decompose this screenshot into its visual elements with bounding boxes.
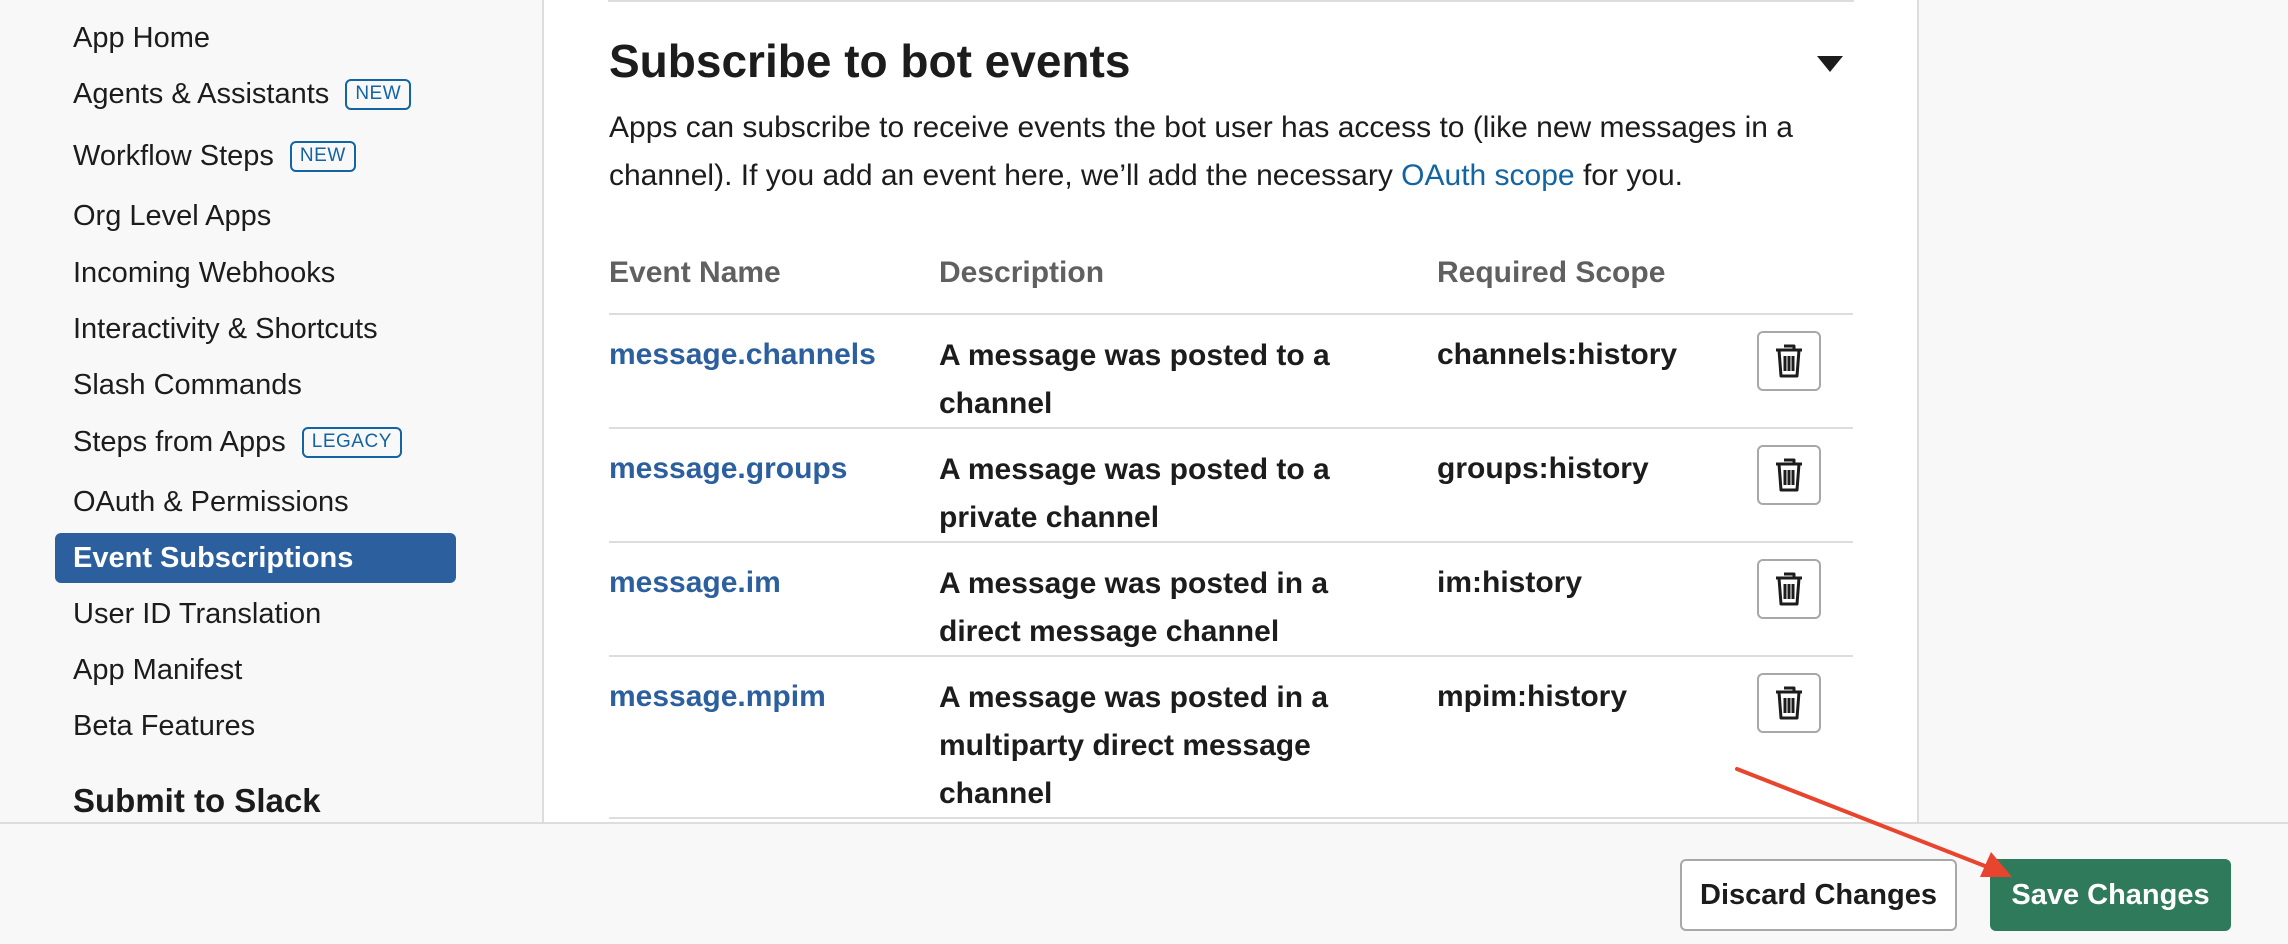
table-divider <box>609 817 1853 819</box>
sidebar-item-oauth-permissions[interactable]: OAuth & Permissions <box>55 477 456 527</box>
section-description: Apps can subscribe to receive events the… <box>609 104 1859 200</box>
sidebar-item-label: Steps from Apps <box>73 425 286 458</box>
sidebar-item-agents-assistants[interactable]: Agents & Assistants NEW <box>55 69 456 119</box>
sidebar-item-app-home[interactable]: App Home <box>55 13 456 63</box>
sidebar-item-user-id-translation[interactable]: User ID Translation <box>55 589 456 639</box>
app-window: App Home Agents & Assistants NEW Workflo… <box>0 0 2288 944</box>
sidebar-item-label: Incoming Webhooks <box>73 256 336 289</box>
delete-event-button[interactable] <box>1757 673 1821 733</box>
discard-changes-button[interactable]: Discard Changes <box>1680 859 1957 931</box>
sidebar-item-label: Beta Features <box>73 709 256 742</box>
trash-icon <box>1776 458 1802 492</box>
event-scope: channels:history <box>1437 338 1678 371</box>
main-panel: Subscribe to bot events Apps can subscri… <box>544 0 1917 822</box>
event-description: A message was posted in a multiparty dir… <box>939 681 1329 810</box>
legacy-badge: LEGACY <box>301 426 402 458</box>
table-divider <box>609 313 1853 315</box>
sidebar-item-org-level-apps[interactable]: Org Level Apps <box>55 191 456 241</box>
sidebar-item-steps-from-apps[interactable]: Steps from Apps LEGACY <box>55 417 456 467</box>
sidebar-item-label: Org Level Apps <box>73 199 272 232</box>
sidebar-item-beta-features[interactable]: Beta Features <box>55 701 456 751</box>
event-name-link[interactable]: message.groups <box>609 452 847 486</box>
save-bar: Discard Changes Save Changes <box>0 822 2288 944</box>
event-scope: im:history <box>1437 566 1583 599</box>
new-badge: NEW <box>289 140 356 172</box>
sidebar-item-label: User ID Translation <box>73 597 322 630</box>
event-scope: mpim:history <box>1437 680 1628 713</box>
event-name-link[interactable]: message.im <box>609 566 781 600</box>
event-name-link[interactable]: message.mpim <box>609 680 826 714</box>
sidebar-item-slash-commands[interactable]: Slash Commands <box>55 360 456 410</box>
sidebar-item-label: Agents & Assistants <box>73 77 330 110</box>
delete-event-button[interactable] <box>1757 559 1821 619</box>
sidebar-item-label: OAuth & Permissions <box>73 485 349 518</box>
event-scope: groups:history <box>1437 452 1649 485</box>
right-gutter <box>1917 0 2288 822</box>
trash-icon <box>1776 344 1802 378</box>
delete-event-button[interactable] <box>1757 445 1821 505</box>
divider <box>608 0 1854 2</box>
intro-text-end: for you. <box>1574 159 1683 192</box>
column-header-required-scope: Required Scope <box>1437 256 1666 289</box>
sidebar-item-label: App Manifest <box>73 653 243 686</box>
sidebar-item-label: Workflow Steps <box>73 139 274 172</box>
table-divider <box>609 541 1853 543</box>
event-name-link[interactable]: message.channels <box>609 338 876 372</box>
sidebar-item-app-manifest[interactable]: App Manifest <box>55 645 456 695</box>
sidebar: App Home Agents & Assistants NEW Workflo… <box>0 0 544 822</box>
sidebar-item-workflow-steps[interactable]: Workflow Steps NEW <box>55 131 456 181</box>
trash-icon <box>1776 686 1802 720</box>
save-changes-button[interactable]: Save Changes <box>1990 859 2231 931</box>
table-divider <box>609 427 1853 429</box>
event-description: A message was posted to a private channe… <box>939 453 1330 534</box>
event-description: A message was posted to a channel <box>939 339 1330 420</box>
new-badge: NEW <box>345 78 412 110</box>
submit-to-slack-heading: Submit to Slack <box>73 782 321 819</box>
table-divider <box>609 655 1853 657</box>
section-title: Subscribe to bot events <box>609 35 1131 87</box>
sidebar-item-label: Event Subscriptions <box>73 541 354 574</box>
trash-icon <box>1776 572 1802 606</box>
sidebar-item-label: App Home <box>73 21 211 54</box>
sidebar-item-label: Slash Commands <box>73 368 302 401</box>
sidebar-item-incoming-webhooks[interactable]: Incoming Webhooks <box>55 248 456 298</box>
delete-event-button[interactable] <box>1757 331 1821 391</box>
event-description: A message was posted in a direct message… <box>939 567 1329 648</box>
caret-down-icon[interactable] <box>1815 52 1845 76</box>
sidebar-item-event-subscriptions[interactable]: Event Subscriptions <box>55 533 456 583</box>
sidebar-item-interactivity-shortcuts[interactable]: Interactivity & Shortcuts <box>55 304 456 354</box>
sidebar-item-label: Interactivity & Shortcuts <box>73 312 378 345</box>
oauth-scope-link[interactable]: OAuth scope <box>1401 159 1574 192</box>
column-header-description: Description <box>939 256 1105 289</box>
column-header-event-name: Event Name <box>609 256 781 289</box>
